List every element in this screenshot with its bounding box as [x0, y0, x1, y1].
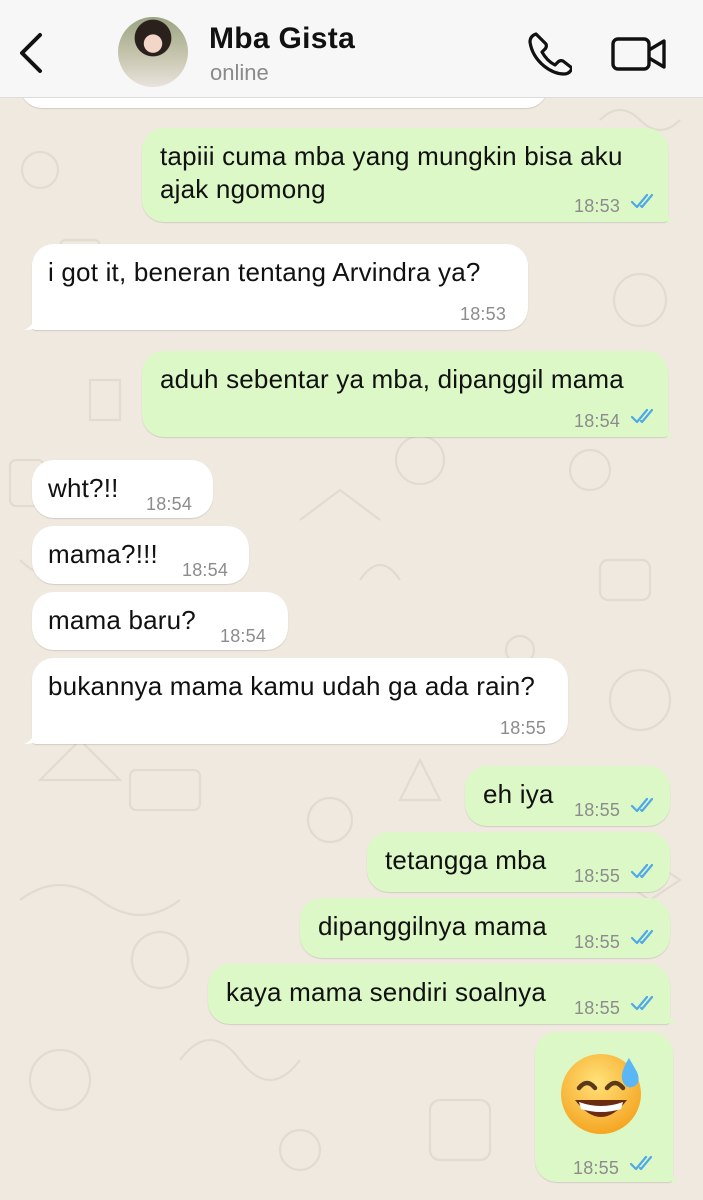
message-text: i got it, beneran tentang Arvindra ya?: [48, 256, 481, 289]
bubble-tail: [660, 421, 676, 437]
outgoing-message-bubble[interactable]: 18:55: [535, 1032, 673, 1182]
outgoing-message-bubble[interactable]: dipanggilnya mama 18:55: [300, 898, 670, 958]
message-text-line: kaya mama sendiri soalnya: [226, 977, 547, 1007]
contact-status: online: [210, 60, 269, 85]
incoming-message-bubble[interactable]: i got it, beneran tentang Arvindra ya? 18…: [32, 244, 528, 330]
message-timestamp: 18:54: [146, 494, 193, 514]
double-check-read-icon: [630, 995, 654, 1011]
message-text: mama?!!!: [48, 538, 158, 571]
double-check-read-icon: [630, 193, 654, 209]
message-text-line: eh iya: [483, 779, 554, 809]
double-check-read-icon: [630, 863, 654, 879]
outgoing-message-bubble[interactable]: eh iya 18:55: [465, 766, 670, 826]
message-timestamp: 18:53: [574, 196, 621, 216]
outgoing-message-bubble[interactable]: tapiii cuma mba yang mungkin bisa aku aja…: [142, 128, 668, 222]
incoming-message-bubble[interactable]: mama baru? 18:54: [32, 592, 288, 650]
incoming-message-bubble[interactable]: wht?!! 18:54: [32, 460, 213, 518]
incoming-message-bubble[interactable]: bukannya mama kamu udah ga ada rain? 18:5…: [32, 658, 568, 744]
message-text-line: tetangga mba: [385, 845, 547, 875]
avatar[interactable]: [118, 17, 188, 87]
message-text: dipanggilnya mama: [318, 910, 547, 943]
grinning-face-with-sweat-icon: [561, 1054, 641, 1134]
message-text: aduh sebentar ya mba, dipanggil mama: [160, 363, 624, 396]
message-text-line: i got it, beneran tentang Arvindra ya?: [48, 257, 481, 287]
message-text: tetangga mba: [385, 844, 546, 877]
chat-header: Mba Gista online: [0, 0, 703, 98]
message-text: tapiii cuma mba yang mungkin bisa aku aja…: [160, 140, 623, 206]
outgoing-message-bubble[interactable]: kaya mama sendiri soalnya 18:55: [208, 964, 670, 1024]
message-timestamp: 18:55: [574, 866, 621, 886]
message-timestamp: 18:54: [220, 626, 267, 646]
message-timestamp: 18:54: [574, 411, 621, 431]
message-text-line: mama?!!!: [48, 539, 158, 569]
message-text: kaya mama sendiri soalnya: [226, 976, 546, 1009]
message-text-line: aduh sebentar ya mba, dipanggil mama: [160, 364, 624, 394]
message-timestamp: 18:55: [574, 800, 621, 820]
message-timestamp: 18:53: [460, 304, 507, 324]
message-text: wht?!!: [48, 472, 119, 505]
message-text-line: wht?!!: [48, 473, 119, 503]
message-timestamp: 18:55: [573, 1158, 620, 1178]
phone-icon[interactable]: [526, 30, 572, 76]
bubble-tail: [662, 1008, 678, 1024]
message-text: mama baru?: [48, 604, 196, 637]
message-text: bukannya mama kamu udah ga ada rain?: [48, 670, 535, 703]
outgoing-message-bubble[interactable]: tetangga mba 18:55: [367, 832, 670, 892]
message-text-line: bukannya mama kamu udah ga ada rain?: [48, 671, 536, 701]
bubble-tail: [24, 728, 40, 744]
bubble-tail: [665, 1166, 681, 1182]
outgoing-message-bubble[interactable]: aduh sebentar ya mba, dipanggil mama 18:5…: [142, 351, 668, 437]
message-text-line: mama baru?: [48, 605, 196, 635]
message-timestamp: 18:55: [500, 718, 547, 738]
bubble-tail: [24, 314, 40, 330]
contact-name[interactable]: Mba Gista: [209, 22, 355, 56]
double-check-read-icon: [629, 1155, 653, 1171]
message-text-line: tapiii cuma mba yang mungkin bisa aku: [160, 141, 623, 171]
double-check-read-icon: [630, 797, 654, 813]
message-timestamp: 18:55: [574, 932, 621, 952]
message-timestamp: 18:55: [574, 998, 621, 1018]
chevron-left-icon[interactable]: [14, 30, 50, 76]
message-text: eh iya: [483, 778, 554, 811]
message-timestamp: 18:54: [182, 560, 229, 580]
message-text-line: ajak ngomong: [160, 174, 326, 204]
incoming-message-bubble[interactable]: mama?!!! 18:54: [32, 526, 249, 584]
double-check-read-icon: [630, 929, 654, 945]
bubble-tail: [660, 206, 676, 222]
video-camera-icon[interactable]: [610, 34, 668, 74]
double-check-read-icon: [630, 408, 654, 424]
message-text-line: dipanggilnya mama: [318, 911, 547, 941]
